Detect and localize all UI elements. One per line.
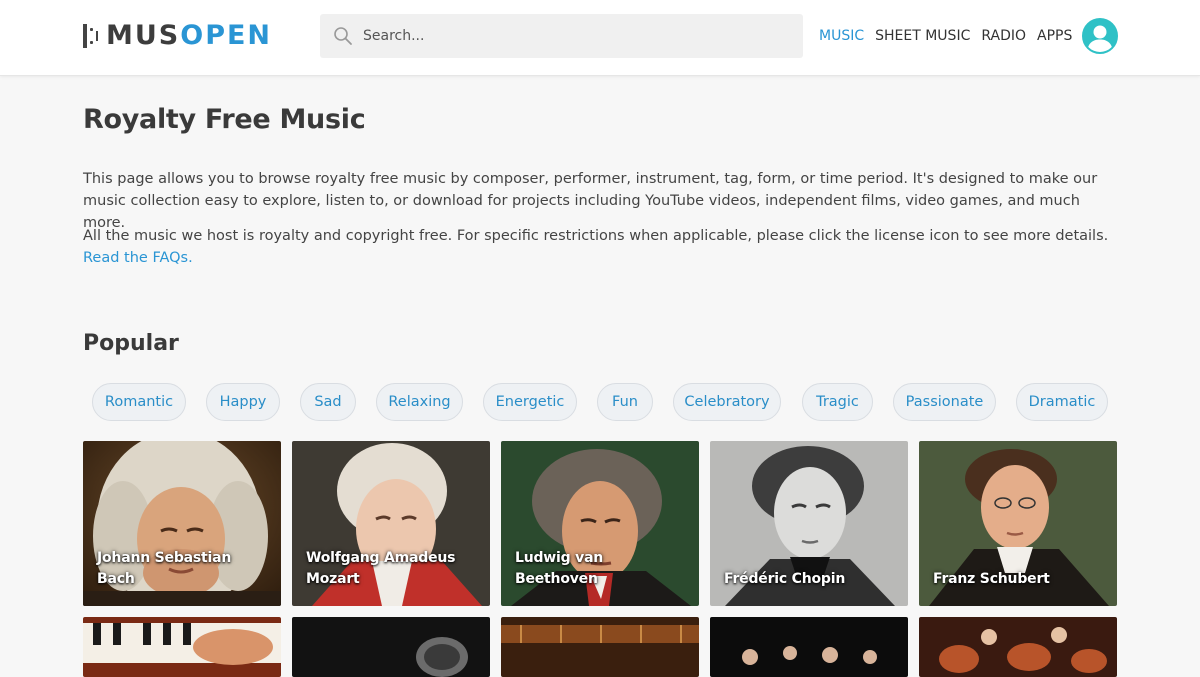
site-header: MUSOPEN MUSIC SHEET MUSIC RADIO APPS [0, 0, 1200, 76]
tag-dramatic[interactable]: Dramatic [1016, 383, 1108, 421]
composer-card-mozart[interactable]: Wolfgang Amadeus Mozart [292, 441, 490, 606]
search-bar[interactable] [320, 14, 803, 58]
category-card-orchestra[interactable] [501, 617, 699, 677]
tag-energetic[interactable]: Energetic [483, 383, 577, 421]
category-card-microphone[interactable] [292, 617, 490, 677]
user-avatar[interactable] [1082, 18, 1118, 54]
tag-sad[interactable]: Sad [300, 383, 356, 421]
strings-section-image [919, 617, 1117, 677]
composer-card-schubert[interactable]: Franz Schubert [919, 441, 1117, 606]
tag-fun[interactable]: Fun [597, 383, 653, 421]
license-paragraph: All the music we host is royalty and cop… [83, 225, 1117, 269]
orchestra-stage-image [501, 617, 699, 677]
composer-card-bach[interactable]: Johann Sebastian Bach [83, 441, 281, 606]
logo-text-mus: MUS [106, 20, 181, 51]
piano-hands-image [83, 617, 281, 677]
tag-romantic[interactable]: Romantic [92, 383, 186, 421]
main-nav: MUSIC SHEET MUSIC RADIO APPS [819, 26, 1083, 46]
nav-music[interactable]: MUSIC [819, 26, 864, 46]
tag-celebratory[interactable]: Celebratory [673, 383, 781, 421]
choir-image [710, 617, 908, 677]
category-card-piano[interactable] [83, 617, 281, 677]
search-input[interactable] [363, 14, 793, 58]
composer-card-beethoven[interactable]: Ludwig van Beethoven [501, 441, 699, 606]
nav-radio[interactable]: RADIO [981, 26, 1026, 46]
composer-name: Johann Sebastian Bach [97, 550, 232, 587]
composer-name: Franz Schubert [933, 571, 1050, 587]
composer-card-chopin[interactable]: Frédéric Chopin [710, 441, 908, 606]
nav-sheet-music[interactable]: SHEET MUSIC [875, 26, 970, 46]
composer-name: Frédéric Chopin [724, 571, 846, 587]
composer-name: Ludwig van Beethoven [515, 550, 604, 587]
search-icon[interactable] [333, 26, 353, 46]
license-text: All the music we host is royalty and cop… [83, 228, 1109, 244]
user-icon [1087, 25, 1113, 52]
musopen-logo[interactable]: MUS OPEN [83, 21, 272, 51]
category-card-strings[interactable] [919, 617, 1117, 677]
tag-relaxing[interactable]: Relaxing [376, 383, 463, 421]
category-card-choir[interactable] [710, 617, 908, 677]
tag-passionate[interactable]: Passionate [893, 383, 996, 421]
mood-tags: Romantic Happy Sad Relaxing Energetic Fu… [0, 383, 1200, 421]
popular-heading: Popular [83, 331, 179, 356]
page-title: Royalty Free Music [83, 104, 366, 135]
faq-link[interactable]: Read the FAQs. [83, 250, 193, 266]
logo-mark-icon [83, 24, 98, 48]
nav-apps[interactable]: APPS [1037, 26, 1072, 46]
microphone-image [292, 617, 490, 677]
tag-tragic[interactable]: Tragic [802, 383, 873, 421]
logo-text-open: OPEN [180, 20, 273, 51]
tag-happy[interactable]: Happy [206, 383, 280, 421]
composer-name: Wolfgang Amadeus Mozart [306, 550, 456, 587]
